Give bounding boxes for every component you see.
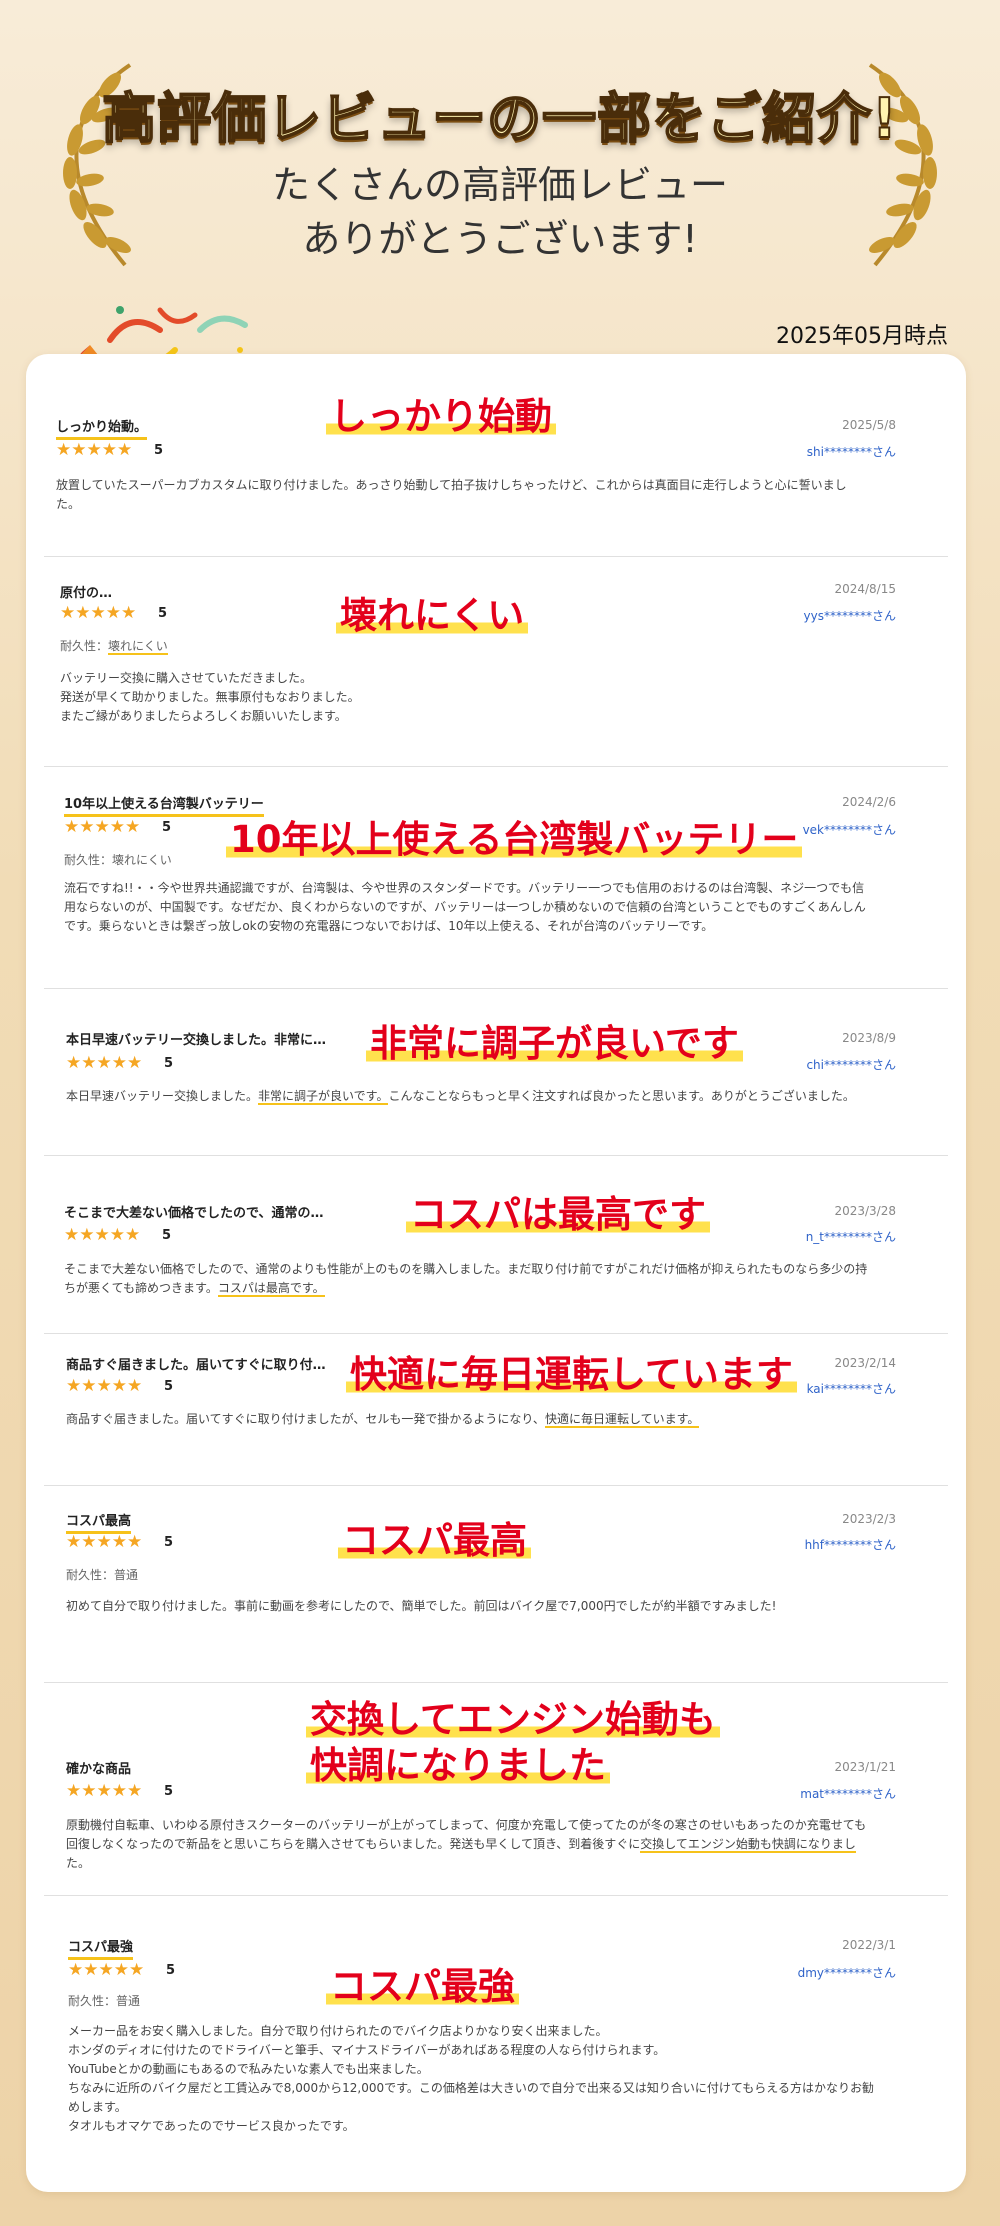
rating-score: 5 [164,1056,174,1071]
review-item: 原付の… 2024/8/15 yys********さん ★★★★★ 5 耐久性… [26,557,966,767]
review-callout: 壊れにくい [336,593,529,639]
page-subtitle: たくさんの高評価レビュー ありがとうございます! [271,163,728,261]
review-date: 2024/2/6 [842,795,896,809]
rating-score: 5 [164,1379,174,1394]
review-title: コスパ最高 [66,1510,132,1534]
review-date: 2023/2/14 [834,1356,896,1370]
review-title: 本日早速バッテリー交換しました。非常に… [66,1033,327,1048]
reviewer-name[interactable]: dmy********さん [798,1964,896,1981]
reviewer-name[interactable]: shi********さん [807,443,896,460]
review-body: メーカー品をお安く購入しました。自分で取り付けられたのでバイク店よりかなり安く出… [68,2024,874,2133]
review-body: 本日早速バッテリー交換しました。非常に調子が良いです。こんなことならもっと早く注… [66,1089,855,1105]
review-date: 2025/5/8 [842,418,896,432]
star-rating-icon: ★★★★★ [64,817,141,837]
review-callout: 10年以上使える台湾製バッテリー [226,817,803,863]
page-title: 高評価レビューの一部をご紹介! [101,86,898,151]
review-body: 流石ですね!!・・今や世界共通認識ですが、台湾製は、今や世界のスタンダードです。… [64,881,866,933]
review-item: しっかり始動。 2025/5/8 shi********さん ★★★★★ 5 放… [26,354,966,557]
review-item: 10年以上使える台湾製バッテリー 2024/2/6 vek********さん … [26,767,966,989]
reviewer-name[interactable]: hhf********さん [805,1536,896,1553]
reviewer-name[interactable]: n_t********さん [806,1228,896,1245]
star-rating-icon: ★★★★★ [68,1960,145,1980]
review-callout: コスパ最強 [326,1964,519,2010]
review-item: 本日早速バッテリー交換しました。非常に… 2023/8/9 chi*******… [26,989,966,1156]
star-rating-icon: ★★★★★ [56,440,133,460]
review-title: 商品すぐ届きました。届いてすぐに取り付… [66,1358,326,1373]
rating-score: 5 [154,443,164,458]
rating-score: 5 [164,1784,174,1799]
star-rating-icon: ★★★★★ [66,1376,143,1396]
rating-score: 5 [166,1963,176,1978]
review-title: しっかり始動。 [56,416,148,440]
review-date: 2024/8/15 [834,582,896,596]
review-callout: 快調になりました [306,1743,610,1789]
review-title: 確かな商品 [66,1762,132,1777]
rating-score: 5 [158,606,168,621]
reviews-card: しっかり始動。 2025/5/8 shi********さん ★★★★★ 5 放… [26,354,966,2192]
review-callout: 非常に調子が良いです [366,1021,743,1067]
as-of-date: 2025年05月時点 [776,324,948,349]
review-date: 2023/8/9 [842,1031,896,1045]
review-body: 初めて自分で取り付けました。事前に動画を参考にしたので、簡単でした。前回はバイク… [66,1599,777,1613]
review-date: 2023/1/21 [834,1760,896,1774]
review-callout: 交換してエンジン始動も [306,1697,720,1743]
durability-rating: 耐久性：普通 [66,1568,139,1582]
reviewer-name[interactable]: yys********さん [804,607,896,624]
star-rating-icon: ★★★★★ [66,1532,143,1552]
review-title: 10年以上使える台湾製バッテリー [64,793,264,817]
review-date: 2023/3/28 [834,1204,896,1218]
durability-rating: 耐久性：壊れにくい [64,853,172,867]
review-callout: コスパは最高です [406,1192,710,1238]
review-body: 商品すぐ届きました。届いてすぐに取り付けましたが、セルも一発で掛かるようになり、… [66,1412,700,1428]
review-title: 原付の… [60,586,113,601]
review-item: 商品すぐ届きました。届いてすぐに取り付… 2023/2/14 kai******… [26,1334,966,1486]
star-rating-icon: ★★★★★ [66,1781,143,1801]
review-callout: コスパ最高 [338,1518,531,1564]
review-callout: しっかり始動 [326,394,556,440]
review-title: コスパ最強 [68,1936,134,1960]
reviewer-name[interactable]: mat********さん [800,1785,896,1802]
durability-rating: 耐久性：壊れにくい [60,639,168,655]
rating-score: 5 [162,820,172,835]
review-body: バッテリー交換に購入させていただきました。 発送が早くて助かりました。無事原付も… [60,671,360,723]
review-date: 2022/3/1 [842,1938,896,1952]
star-rating-icon: ★★★★★ [64,1225,141,1245]
rating-score: 5 [162,1228,172,1243]
rating-score: 5 [164,1535,174,1550]
reviewer-name[interactable]: vek********さん [803,821,896,838]
review-item: そこまで大差ない価格でしたので、通常の… 2023/3/28 n_t******… [26,1156,966,1334]
review-title: そこまで大差ない価格でしたので、通常の… [64,1206,324,1221]
reviewer-name[interactable]: chi********さん [806,1056,896,1073]
review-body: 放置していたスーパーカブカスタムに取り付けました。あっさり始動して拍子抜けしちゃ… [56,478,847,511]
durability-rating: 耐久性：普通 [68,1994,141,2008]
review-callout: 快適に毎日運転しています [346,1352,797,1398]
review-body: そこまで大差ない価格でしたので、通常のよりも性能が上のものを購入しました。まだ取… [64,1262,868,1297]
review-item: コスパ最強 2022/3/1 dmy********さん ★★★★★ 5 耐久性… [26,1896,966,2192]
star-rating-icon: ★★★★★ [60,603,137,623]
review-item: 確かな商品 2023/1/21 mat********さん ★★★★★ 5 原動… [26,1683,966,1896]
review-item: コスパ最高 2023/2/3 hhf********さん ★★★★★ 5 耐久性… [26,1486,966,1683]
header: 高評価レビューの一部をご紹介! たくさんの高評価レビュー ありがとうございます! [0,0,1000,390]
review-body: 原動機付自転車、いわゆる原付きスクーターのバッテリーが上がってしまって、何度か充… [66,1818,867,1870]
reviewer-name[interactable]: kai********さん [807,1380,896,1397]
review-date: 2023/2/3 [842,1512,896,1526]
star-rating-icon: ★★★★★ [66,1053,143,1073]
